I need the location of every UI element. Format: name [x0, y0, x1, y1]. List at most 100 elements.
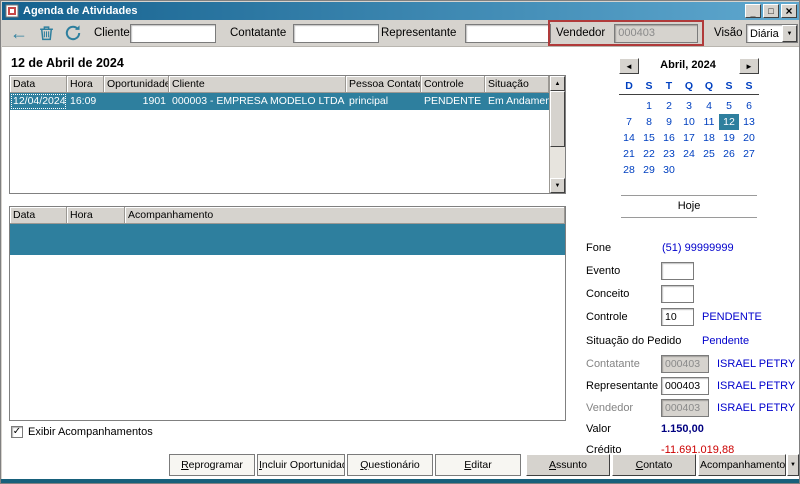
- calendar-day[interactable]: 29: [639, 162, 659, 178]
- calendar-day[interactable]: 17: [679, 130, 699, 146]
- scroll-down-icon[interactable]: ▼: [550, 178, 565, 193]
- calendar-day[interactable]: 25: [699, 146, 719, 162]
- calendar-day[interactable]: 30: [659, 162, 679, 178]
- visao-select[interactable]: Diária ▼: [746, 24, 798, 43]
- vendedor-name: ISRAEL PETRY: [717, 402, 796, 414]
- calendar-day[interactable]: 14: [619, 130, 639, 146]
- calendar-day[interactable]: 12: [719, 114, 739, 130]
- column-header[interactable]: Data: [10, 207, 67, 224]
- vendedor-input[interactable]: [614, 23, 699, 43]
- calendar-weekday: D: [625, 80, 633, 92]
- calendar-day[interactable]: 20: [739, 130, 759, 146]
- situacao-pedido-value: Pendente: [702, 335, 750, 347]
- cal-next-icon: ►: [745, 61, 753, 71]
- controle-input[interactable]: [661, 308, 694, 326]
- column-header[interactable]: Hora: [67, 76, 104, 93]
- exibir-acompanhamentos-checkbox[interactable]: ✓ Exibir Acompanhamentos: [11, 426, 153, 438]
- vendedor-code-input[interactable]: [661, 399, 709, 417]
- contatante-label: Contatante: [230, 27, 287, 39]
- calendar-day[interactable]: 2: [659, 98, 679, 114]
- column-header[interactable]: Pessoa Contato: [346, 76, 421, 93]
- window-title: Agenda de Atividades: [23, 5, 138, 17]
- column-header[interactable]: Acompanhamento: [125, 207, 565, 224]
- calendar-day[interactable]: 16: [659, 130, 679, 146]
- calendar-weekday: Q: [704, 80, 714, 92]
- activity-row[interactable]: 12/04/2024 16:09 1901 000003 - EMPRESA MODE…: [10, 93, 549, 110]
- column-header[interactable]: Cliente: [169, 76, 346, 93]
- calendar-day[interactable]: 18: [699, 130, 719, 146]
- calendar-prev-button[interactable]: ◄: [619, 58, 639, 74]
- calendar-day[interactable]: 8: [639, 114, 659, 130]
- calendar-separator: [621, 217, 757, 218]
- calendar-day[interactable]: 26: [719, 146, 739, 162]
- calendar-day[interactable]: 27: [739, 146, 759, 162]
- column-header[interactable]: Situação: [485, 76, 549, 93]
- calendar-next-button[interactable]: ►: [739, 58, 759, 74]
- calendar-weekday-row: DSTQQSS: [619, 80, 759, 95]
- conceito-input[interactable]: [661, 285, 694, 303]
- column-header[interactable]: Hora: [67, 207, 125, 224]
- maximize-button[interactable]: □: [763, 4, 779, 18]
- scrollbar-thumb[interactable]: [550, 91, 565, 147]
- calendar-blank: [679, 162, 699, 178]
- incluir-oportunidade-button[interactable]: Incluir Oportunidade: [257, 454, 345, 476]
- column-header[interactable]: Controle: [421, 76, 485, 93]
- minimize-button[interactable]: _: [745, 4, 761, 18]
- app-window: Agenda de Atividades _ □ × ← Cliente Con…: [0, 0, 800, 484]
- calendar-day[interactable]: 10: [679, 114, 699, 130]
- title-bar[interactable]: Agenda de Atividades _ □ ×: [2, 2, 799, 20]
- calendar-blank: [719, 162, 739, 178]
- calendar-day[interactable]: 6: [739, 98, 759, 114]
- back-icon[interactable]: ←: [8, 23, 30, 43]
- calendar-day[interactable]: 23: [659, 146, 679, 162]
- calendar-grid: 1 2 3 4 5 6 7 8 9 10 11 12 13 14 15 16 17 18 19 20 21 22 23 24 2…: [619, 98, 759, 178]
- reprogramar-button[interactable]: Reprogramar: [169, 454, 255, 476]
- scroll-up-icon[interactable]: ▲: [550, 76, 565, 91]
- close-button[interactable]: ×: [781, 4, 797, 18]
- visao-label: Visão: [714, 27, 743, 39]
- followup-selected-row[interactable]: [10, 224, 565, 255]
- calendar-day[interactable]: 19: [719, 130, 739, 146]
- column-header[interactable]: Data: [10, 76, 67, 93]
- cliente-input[interactable]: [130, 24, 216, 43]
- representante-code-input[interactable]: [661, 377, 709, 395]
- acompanhamentos-dropdown-button[interactable]: ▼: [787, 454, 799, 476]
- cell: 1901: [142, 95, 166, 107]
- calendar-day[interactable]: 7: [619, 114, 639, 130]
- calendar-day[interactable]: 3: [679, 98, 699, 114]
- delete-trash-icon[interactable]: [35, 23, 57, 43]
- chevron-down-icon[interactable]: ▼: [782, 25, 797, 42]
- assunto-button[interactable]: Assunto: [526, 454, 610, 476]
- representante-name: ISRAEL PETRY: [717, 380, 796, 392]
- acompanhamentos-button[interactable]: Acompanhamentos: [698, 454, 786, 476]
- calendar-day[interactable]: 9: [659, 114, 679, 130]
- controle-label: Controle: [586, 311, 628, 323]
- today-button[interactable]: Hoje: [619, 200, 759, 212]
- calendar-day[interactable]: 22: [639, 146, 659, 162]
- column-header[interactable]: Oportunidade: [104, 76, 169, 93]
- scrollbar-track[interactable]: [550, 147, 565, 178]
- editar-button[interactable]: Editar: [435, 454, 521, 476]
- calendar-day[interactable]: 1: [639, 98, 659, 114]
- calendar-day[interactable]: 24: [679, 146, 699, 162]
- calendar-weekday: T: [665, 80, 673, 92]
- cell: 12/04/2024: [10, 93, 67, 110]
- calendar-day[interactable]: 15: [639, 130, 659, 146]
- evento-input[interactable]: [661, 262, 694, 280]
- activities-table-header: Data Hora Oportunidade Cliente Pessoa Contat…: [10, 76, 549, 93]
- calendar-day[interactable]: 4: [699, 98, 719, 114]
- calendar-day[interactable]: 13: [739, 114, 759, 130]
- checkbox-check-icon[interactable]: ✓: [11, 426, 23, 438]
- calendar-day[interactable]: 5: [719, 98, 739, 114]
- activities-scrollbar[interactable]: ▲ ▼: [549, 76, 565, 193]
- refresh-icon[interactable]: [62, 23, 84, 43]
- calendar-weekday: S: [725, 80, 733, 92]
- contato-button[interactable]: Contato: [612, 454, 696, 476]
- calendar-day[interactable]: 21: [619, 146, 639, 162]
- calendar-day[interactable]: 28: [619, 162, 639, 178]
- contatante-input[interactable]: [293, 24, 379, 43]
- contatante-code-input[interactable]: [661, 355, 709, 373]
- calendar-day[interactable]: 11: [699, 114, 719, 130]
- representante-input[interactable]: [465, 24, 551, 43]
- questionario-button[interactable]: Questionário: [347, 454, 433, 476]
